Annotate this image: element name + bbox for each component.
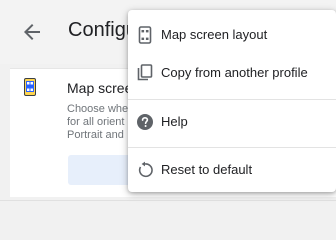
menu-item-label: Copy from another profile [161, 65, 308, 80]
phone-layout-icon [24, 78, 36, 96]
reset-icon [136, 161, 154, 179]
menu-item-label: Help [161, 114, 188, 129]
menu-item-reset-to-default[interactable]: Reset to default [128, 151, 336, 191]
menu-divider [128, 99, 336, 100]
help-icon [136, 113, 154, 131]
arrow-back-icon [24, 24, 40, 40]
menu-item-label: Map screen layout [161, 27, 268, 42]
back-button[interactable] [20, 20, 44, 44]
menu-item-copy-from-profile[interactable]: Copy from another profile [128, 54, 336, 94]
divider [0, 200, 336, 201]
menu-item-map-screen-layout[interactable]: Map screen layout [128, 16, 336, 56]
app-window: Configure Map screen layout Choose where… [0, 0, 336, 210]
menu-item-label: Reset to default [161, 162, 253, 177]
phone-layout-icon [136, 26, 154, 44]
overflow-menu: Map screen layout Copy from another prof… [128, 10, 336, 192]
menu-item-help[interactable]: Help [128, 103, 336, 143]
menu-divider [128, 147, 336, 148]
copy-icon [136, 64, 154, 82]
